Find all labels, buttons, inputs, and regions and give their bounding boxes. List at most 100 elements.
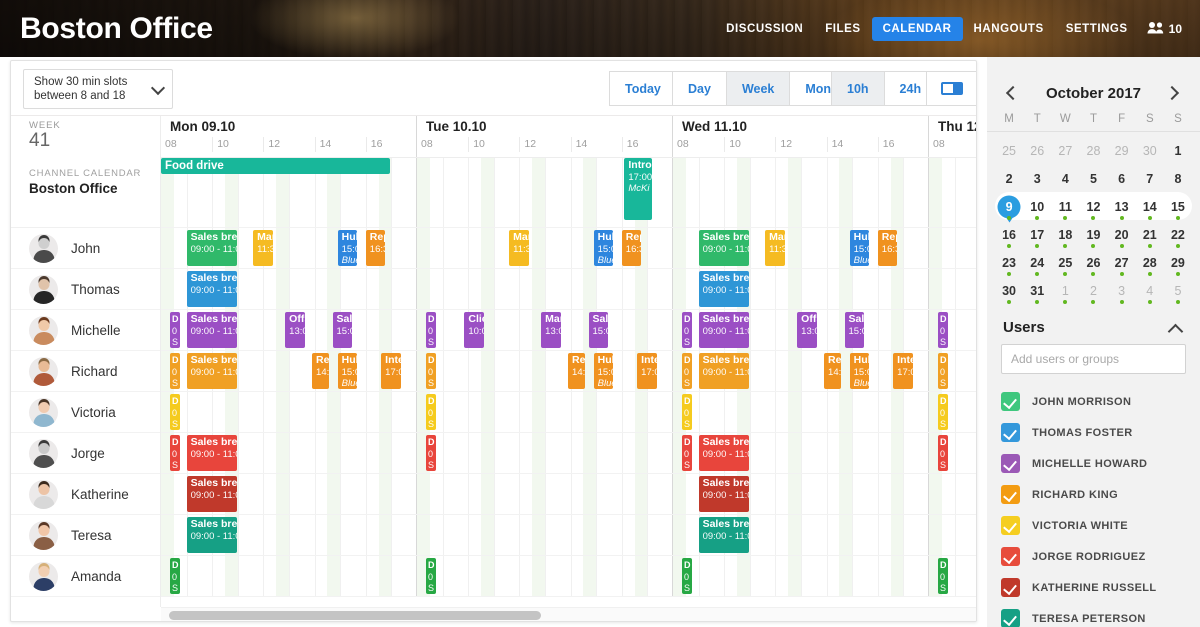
user-row-label[interactable]: Richard (11, 351, 160, 392)
mini-calendar-day[interactable]: 3 (1108, 278, 1136, 304)
mini-calendar-day[interactable]: 11 (1051, 194, 1079, 220)
calendar-event[interactable]: Sales brea09:00 - 11:0 (698, 312, 749, 348)
mini-calendar-day[interactable]: 14 (1136, 194, 1164, 220)
mini-calendar-day[interactable]: 27 (1051, 138, 1079, 163)
calendar-event[interactable]: D0S (169, 394, 181, 430)
mini-calendar-day[interactable]: 2 (1079, 278, 1107, 304)
mini-calendar-day[interactable]: 26 (1023, 138, 1051, 163)
calendar-event[interactable]: Sales brea09:00 - 11:0 (698, 517, 749, 553)
mini-calendar-day[interactable]: 18 (1051, 222, 1079, 248)
user-row-label[interactable]: Jorge (11, 433, 160, 474)
mini-calendar-day[interactable]: 27 (1108, 250, 1136, 276)
calendar-event[interactable]: Sales brea09:00 - 11:0 (186, 353, 237, 389)
calendar-event[interactable]: Hub15:00Blue (337, 230, 358, 266)
mini-calendar-day[interactable]: 28 (1136, 250, 1164, 276)
calendar-event[interactable]: D0S (425, 435, 437, 471)
calendar-event[interactable]: Repl16:30 (621, 230, 642, 266)
user-checkbox[interactable] (1001, 392, 1020, 411)
calendar-event[interactable]: Mar11:30 (765, 230, 785, 266)
mini-calendar-day[interactable]: 26 (1079, 250, 1107, 276)
calendar-event[interactable]: Sales brea09:00 - 11:0 (186, 230, 237, 266)
mini-calendar-day[interactable]: 21 (1136, 222, 1164, 248)
horizontal-scrollbar[interactable] (161, 607, 976, 621)
user-checkbox-row[interactable]: RICHARD KING (987, 479, 1200, 510)
calendar-event[interactable]: Clien10:00 (464, 312, 484, 348)
user-checkbox[interactable] (1001, 609, 1020, 627)
user-checkbox[interactable] (1001, 547, 1020, 566)
mini-calendar-day[interactable]: 6 (1108, 166, 1136, 191)
mini-calendar-day[interactable]: 29 (1108, 138, 1136, 163)
nav-item-hangouts[interactable]: HANGOUTS (963, 17, 1055, 41)
user-row-label[interactable]: John (11, 228, 160, 269)
calendar-event[interactable]: Repl16:30 (877, 230, 898, 266)
calendar-event[interactable]: Repl16:30 (365, 230, 386, 266)
view-week-button[interactable]: Week (725, 71, 791, 106)
calendar-event[interactable]: Hub15:00Blue (337, 353, 358, 389)
mini-calendar-day[interactable]: 22 (1164, 222, 1192, 248)
horizontal-scrollbar-thumb[interactable] (169, 611, 541, 620)
user-row-label[interactable]: Thomas (11, 269, 160, 310)
mini-calendar-day[interactable]: 2 (995, 166, 1023, 191)
calendar-event[interactable]: Inter17:00 (637, 353, 657, 389)
calendar-event[interactable]: Sales brea09:00 - 11:0 (186, 476, 237, 512)
view-day-button[interactable]: Day (672, 71, 727, 106)
calendar-event[interactable]: Hub15:00Blue (593, 353, 614, 389)
prev-month-icon[interactable] (1003, 83, 1023, 103)
user-checkbox-row[interactable]: KATHERINE RUSSELL (987, 572, 1200, 603)
mini-calendar-day[interactable]: 1 (1051, 278, 1079, 304)
calendar-event[interactable]: Food drive (161, 158, 391, 174)
add-users-input[interactable] (1001, 344, 1186, 374)
calendar-event[interactable]: Mar11:30 (509, 230, 529, 266)
calendar-event[interactable]: Mar13:00 (541, 312, 561, 348)
user-row-label[interactable]: Amanda (11, 556, 160, 597)
nav-item-calendar[interactable]: CALENDAR (871, 16, 963, 41)
user-row-label[interactable]: Teresa (11, 515, 160, 556)
mini-calendar-day[interactable]: 4 (1136, 278, 1164, 304)
nav-item-settings[interactable]: SETTINGS (1055, 17, 1139, 41)
calendar-event[interactable]: Sales brea09:00 - 11:0 (186, 435, 237, 471)
calendar-event[interactable]: Repl14:00 (824, 353, 841, 389)
calendar-event[interactable]: Sales brea09:00 - 11:0 (186, 312, 237, 348)
mini-calendar-day[interactable]: 31 (1023, 278, 1051, 304)
user-checkbox[interactable] (1001, 578, 1020, 597)
mini-calendar-day[interactable]: 3 (1023, 166, 1051, 191)
calendar-event[interactable]: Hub15:00Blue (593, 230, 614, 266)
user-row-label[interactable]: Katherine (11, 474, 160, 515)
calendar-event[interactable]: D0S (681, 353, 693, 389)
calendar-event[interactable]: Inter17:00 (381, 353, 401, 389)
calendar-event[interactable]: Sales brea09:00 - 11:0 (698, 271, 749, 307)
mini-calendar-day[interactable]: 20 (1108, 222, 1136, 248)
calendar-event[interactable]: D0S (681, 394, 693, 430)
calendar-event[interactable]: D0S (425, 558, 437, 594)
calendar-event[interactable]: Repl14:00 (568, 353, 585, 389)
mini-calendar-day[interactable]: 9 (995, 194, 1023, 220)
calendar-event[interactable]: D0S (937, 353, 949, 389)
mini-calendar-day[interactable]: 5 (1079, 166, 1107, 191)
mini-calendar-day[interactable]: 19 (1079, 222, 1107, 248)
mini-calendar-day[interactable]: 30 (995, 278, 1023, 304)
mini-calendar-day[interactable]: 13 (1108, 194, 1136, 220)
mini-calendar-day[interactable]: 25 (1051, 250, 1079, 276)
user-checkbox-row[interactable]: TERESA PETERSON (987, 603, 1200, 627)
calendar-event[interactable]: Hub15:00Blue (849, 230, 870, 266)
user-checkbox-row[interactable]: JORGE RODRIGUEZ (987, 541, 1200, 572)
calendar-event[interactable]: D0S (937, 435, 949, 471)
calendar-event[interactable]: Hub15:00Blue (849, 353, 870, 389)
calendar-event[interactable]: D0S (681, 435, 693, 471)
mini-calendar-day[interactable]: 10 (1023, 194, 1051, 220)
calendar-event[interactable]: Sales brea09:00 - 11:0 (186, 517, 237, 553)
calendar-event[interactable]: Repl14:00 (312, 353, 329, 389)
next-month-icon[interactable] (1164, 83, 1184, 103)
user-checkbox-row[interactable]: MICHELLE HOWARD (987, 448, 1200, 479)
mini-calendar-day[interactable]: 28 (1079, 138, 1107, 163)
nav-item-files[interactable]: FILES (814, 17, 871, 41)
mini-calendar-day[interactable]: 7 (1136, 166, 1164, 191)
user-checkbox-row[interactable]: THOMAS FOSTER (987, 417, 1200, 448)
user-checkbox[interactable] (1001, 485, 1020, 504)
mini-calendar-day[interactable]: 5 (1164, 278, 1192, 304)
user-checkbox[interactable] (1001, 454, 1020, 473)
calendar-event[interactable]: Sale15:00 (332, 312, 352, 348)
calendar-event[interactable]: D0S (169, 353, 181, 389)
calendar-event[interactable]: Sales brea09:00 - 11:0 (698, 230, 749, 266)
calendar-event[interactable]: D0S (169, 558, 181, 594)
